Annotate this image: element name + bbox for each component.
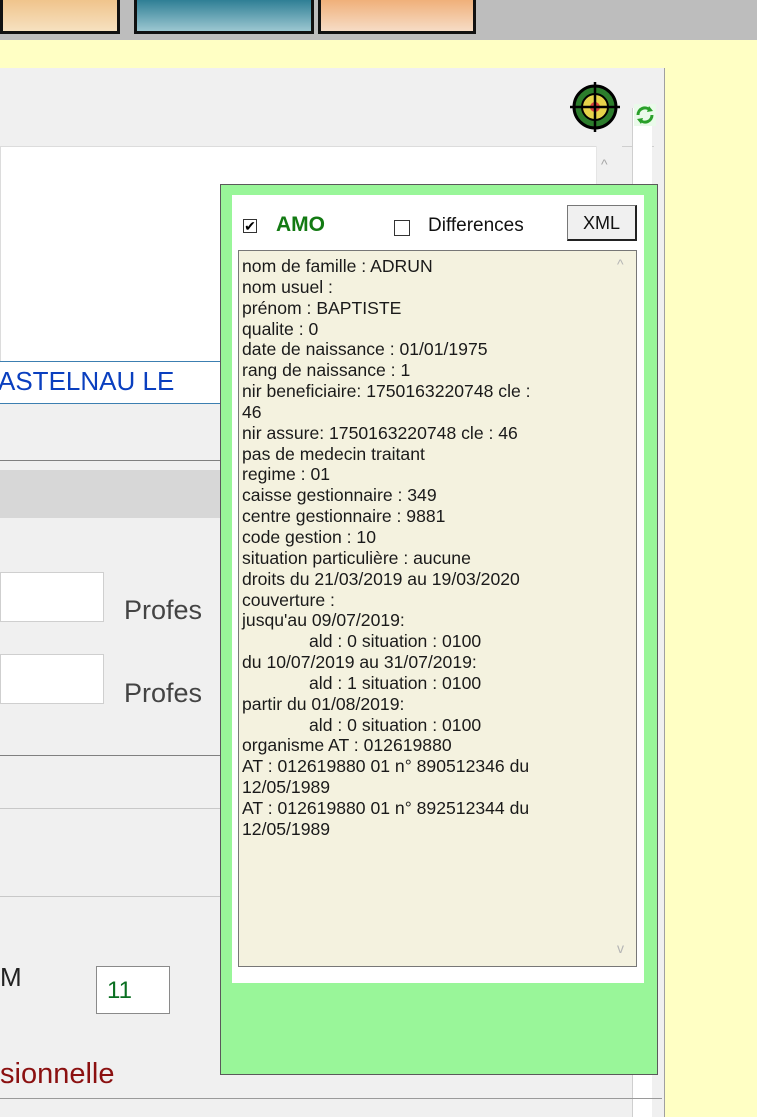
info-line: 46 xyxy=(242,401,262,422)
info-line: centre gestionnaire : 9881 xyxy=(242,506,446,527)
info-line: 12/05/1989 xyxy=(242,777,331,798)
info-line: date de naissance : 01/01/1975 xyxy=(242,339,488,360)
info-line: nir assure: 1750163220748 cle : 46 xyxy=(242,422,518,443)
info-line: nir beneficiaire: 1750163220748 cle : xyxy=(242,381,531,402)
info-line: jusqu'au 09/07/2019: xyxy=(242,610,405,631)
profession-label-1: Profes xyxy=(124,595,203,625)
info-line: 12/05/1989 xyxy=(242,818,331,839)
info-scroll-up-icon[interactable]: ^ xyxy=(617,256,624,272)
section-tab-label[interactable]: sionnelle xyxy=(0,1058,114,1091)
info-line: pas de medecin traitant xyxy=(242,443,425,464)
info-line: situation particulière : aucune xyxy=(242,547,471,568)
tab-underline xyxy=(0,1098,662,1099)
info-line: organisme AT : 012619880 xyxy=(242,735,452,756)
toolbar-button-2[interactable] xyxy=(134,0,314,34)
info-line: ald : 0 situation : 0100 xyxy=(309,631,482,652)
info-line: couverture : xyxy=(242,589,335,610)
amo-checkbox[interactable]: ✔ xyxy=(243,219,257,233)
divider-3 xyxy=(0,808,225,809)
info-line: partir du 01/08/2019: xyxy=(242,693,405,714)
refresh-icon[interactable] xyxy=(634,104,656,126)
target-icon[interactable] xyxy=(570,82,620,132)
info-scroll-down-icon[interactable]: v xyxy=(617,940,624,956)
toolbar-button-3[interactable] xyxy=(318,0,476,34)
info-line: droits du 21/03/2019 au 19/03/2020 xyxy=(242,568,520,589)
amo-info-list: nom de famille : ADRUN nom usuel : préno… xyxy=(242,256,604,840)
info-line: AT : 012619880 01 n° 890512346 du xyxy=(242,756,530,777)
profession-label-2: Profes xyxy=(124,678,203,708)
info-line: nom de famille : ADRUN xyxy=(242,256,433,276)
info-line: qualite : 0 xyxy=(242,318,319,339)
info-line: rang de naissance : 1 xyxy=(242,360,411,381)
info-line: ald : 0 situation : 0100 xyxy=(309,714,482,735)
differences-label: Differences xyxy=(428,215,524,236)
info-line: nom usuel : xyxy=(242,276,333,297)
divider-2 xyxy=(0,755,225,756)
info-line: regime : 01 xyxy=(242,464,331,485)
differences-checkbox[interactable] xyxy=(394,220,410,236)
info-line: caisse gestionnaire : 349 xyxy=(242,485,437,506)
xml-button[interactable]: XML xyxy=(567,205,637,241)
info-line: prénom : BAPTISTE xyxy=(242,297,402,318)
section-header-bar xyxy=(0,470,225,518)
profession-field-1[interactable] xyxy=(0,572,104,622)
info-line: AT : 012619880 01 n° 892512344 du xyxy=(242,797,530,818)
info-line: ald : 1 situation : 0100 xyxy=(309,672,482,693)
m-label: M xyxy=(0,962,22,992)
divider-1 xyxy=(0,460,225,461)
profession-field-2[interactable] xyxy=(0,654,104,704)
scroll-up-arrow-icon[interactable]: ^ xyxy=(601,156,608,172)
window-header-band xyxy=(0,88,654,147)
city-value: ASTELNAU LE xyxy=(0,366,175,396)
info-line: du 10/07/2019 au 31/07/2019: xyxy=(242,652,477,673)
amo-label: AMO xyxy=(276,213,325,236)
info-line: code gestion : 10 xyxy=(242,526,377,547)
divider-4 xyxy=(0,896,225,897)
m-value-field[interactable]: 11 xyxy=(96,966,170,1014)
toolbar-button-1[interactable] xyxy=(0,0,120,34)
